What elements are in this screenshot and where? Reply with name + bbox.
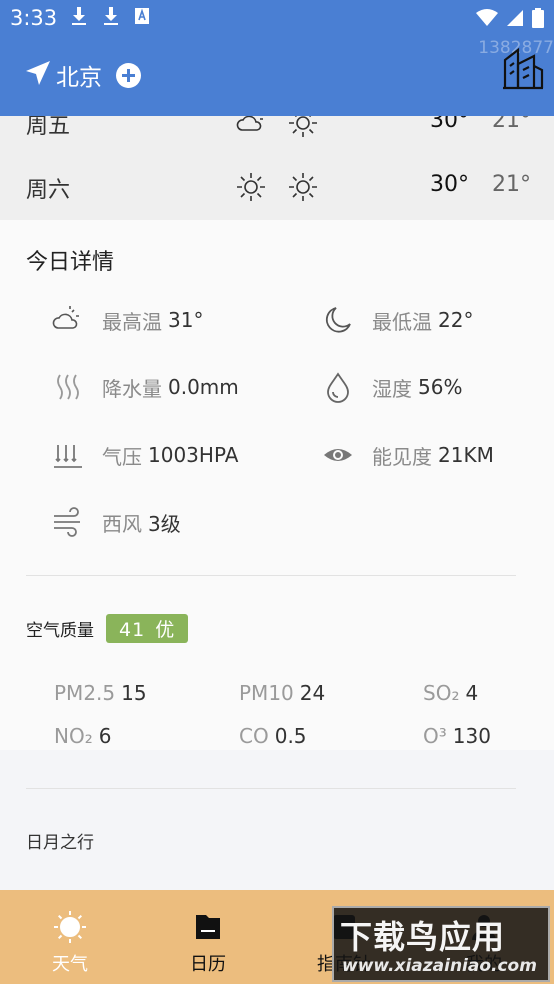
droplet-icon (322, 371, 354, 403)
city-name: 北京 (56, 65, 102, 91)
app-header: 3:33 1382877 北京 (0, 0, 554, 116)
sun-icon (53, 910, 87, 944)
nav-tab-weather[interactable]: 天气 (10, 890, 130, 984)
detail-label: 气压 (102, 444, 142, 469)
download-icon (70, 6, 88, 30)
nav-label: 日历 (190, 954, 226, 975)
aqi-label: PM2.5 (54, 681, 116, 705)
detail-min-temp: 最低温 22° (322, 302, 473, 338)
location-arrow-icon (24, 59, 52, 91)
detail-label: 降水量 (102, 376, 162, 401)
rain-icon (52, 371, 84, 403)
wind-icon (52, 506, 84, 538)
calendar-icon (191, 910, 225, 944)
pressure-icon (52, 439, 84, 471)
aqi-item-no2: NO₂ 6 (54, 724, 111, 748)
aqi-value: 0.5 (274, 724, 307, 748)
detail-value: 3级 (148, 511, 181, 536)
wifi-icon (476, 9, 498, 31)
detail-max-temp: 最高温 31° (52, 302, 203, 338)
forecast-high: 30° (430, 172, 469, 197)
detail-value: 31° (168, 308, 204, 332)
divider (26, 575, 516, 576)
status-time: 3:33 (10, 6, 58, 30)
sun-moon-section: 日月之行 (0, 750, 554, 890)
detail-pressure: 气压 1003HPA (52, 437, 238, 473)
aqi-value: 15 (121, 681, 147, 705)
detail-value: 21KM (438, 443, 494, 467)
forecast-low: 21° (492, 172, 531, 197)
today-details-card: 今日详情 最高温 31° 最低温 22° 降水量 0.0mm 湿度 56% 气压… (0, 220, 554, 750)
detail-value: 1003HPA (148, 443, 239, 467)
aqi-item-pm25: PM2.5 15 (54, 681, 147, 705)
sun-icon (286, 170, 320, 208)
location-selector[interactable]: 北京 (24, 58, 141, 92)
partly-cloudy-icon (52, 304, 84, 336)
sun-moon-title: 日月之行 (26, 833, 94, 853)
detail-value: 0.0mm (168, 375, 239, 399)
aqi-item-co: CO 0.5 (239, 724, 307, 748)
detail-label: 湿度 (372, 376, 412, 401)
forecast-day: 周六 (26, 178, 71, 203)
aqi-item-o3: O³ 130 (423, 724, 491, 748)
detail-label: 能见度 (372, 444, 432, 469)
aqi-level: 优 (155, 619, 176, 641)
air-quality-header: 空气质量 41 优 (26, 614, 189, 643)
detail-label: 西风 (102, 511, 142, 536)
app-notification-icon (134, 7, 150, 29)
aqi-value: 24 (299, 681, 326, 705)
aqi-label: SO₂ (423, 681, 460, 705)
add-city-icon[interactable] (116, 62, 141, 88)
aqi-label: NO₂ (54, 724, 93, 748)
watermark-url: www.xiazainiao.com (342, 956, 537, 976)
aqi-value: 130 (452, 724, 491, 748)
forecast-row[interactable]: 周六 30° 21° (0, 158, 554, 214)
detail-precipitation: 降水量 0.0mm (52, 369, 239, 405)
aqi-value: 4 (465, 681, 479, 705)
section-title: 今日详情 (26, 250, 115, 275)
status-bar: 3:33 (0, 0, 554, 38)
signal-icon (506, 9, 524, 31)
city-buildings-icon[interactable] (502, 46, 544, 90)
download-icon (102, 6, 120, 30)
aqi-item-so2: SO₂ 4 (423, 681, 478, 705)
watermark-text: 下载鸟应用 (340, 918, 506, 956)
detail-visibility: 能见度 21KM (322, 437, 494, 473)
aqi-badge: 41 优 (106, 614, 189, 643)
aqi-label: PM10 (239, 681, 294, 705)
aqi-item-pm10: PM10 24 (239, 681, 325, 705)
detail-wind: 西风 3级 (52, 504, 181, 540)
nav-tab-calendar[interactable]: 日历 (148, 890, 268, 984)
air-quality-title: 空气质量 (26, 621, 94, 641)
aqi-value: 6 (98, 724, 112, 748)
aqi-value: 41 (119, 619, 146, 641)
detail-humidity: 湿度 56% (322, 369, 462, 405)
aqi-label: CO (239, 724, 269, 748)
detail-label: 最高温 (102, 309, 162, 334)
detail-label: 最低温 (372, 309, 432, 334)
detail-value: 56% (418, 375, 463, 399)
sun-icon (234, 170, 268, 208)
detail-value: 22° (438, 308, 474, 332)
eye-icon (322, 439, 354, 471)
nav-label: 天气 (52, 954, 88, 975)
divider (26, 788, 516, 789)
aqi-label: O³ (423, 724, 447, 748)
moon-icon (322, 304, 354, 336)
battery-icon (532, 8, 544, 32)
watermark-logo: 下载鸟应用 www.xiazainiao.com (332, 906, 550, 982)
